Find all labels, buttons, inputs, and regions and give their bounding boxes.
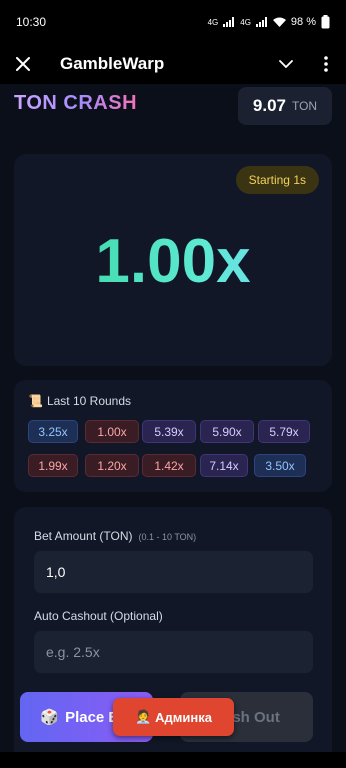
bet-amount-label: Bet Amount (TON) (0.1 - 10 TON) xyxy=(34,529,196,543)
bet-amount-input[interactable]: 1,0 xyxy=(34,551,313,593)
balance-currency: TON xyxy=(291,99,318,113)
auto-cashout-input[interactable]: e.g. 2.5x xyxy=(34,631,313,673)
status-bar: 10:30 4G 4G 98 % xyxy=(0,0,346,44)
chevron-down-icon xyxy=(279,60,293,68)
admin-button[interactable]: 🧑‍💼 Админка xyxy=(113,698,234,736)
round-chip: 7.14x xyxy=(200,454,248,477)
round-chip: 1.42x xyxy=(142,454,196,477)
auto-cashout-label: Auto Cashout (Optional) xyxy=(34,609,163,623)
signal-4g-label-2: 4G xyxy=(240,17,251,27)
crash-multiplier: 1.00x xyxy=(14,226,332,297)
more-menu-button[interactable] xyxy=(306,44,346,84)
last-rounds-label: Last 10 Rounds xyxy=(46,394,132,408)
more-vert-icon xyxy=(324,56,328,72)
bet-amount-label-text: Bet Amount (TON) xyxy=(34,529,133,543)
scroll-icon: 📜 xyxy=(28,394,43,408)
round-chip: 1.99x xyxy=(28,454,78,477)
round-chip: 3.25x xyxy=(28,420,78,443)
crash-panel: Starting 1s 1.00x xyxy=(14,154,332,366)
app-bar: GambleWarp xyxy=(0,44,346,84)
game-page: TON CRASH 9.07 TON Starting 1s 1.00x 📜 L… xyxy=(0,84,346,752)
close-icon xyxy=(16,57,30,71)
signal-icon xyxy=(223,17,235,27)
app-title: GambleWarp xyxy=(60,54,165,73)
signal-icon-2 xyxy=(255,17,267,27)
round-chip: 5.39x xyxy=(142,420,196,443)
collapse-button[interactable] xyxy=(266,44,306,84)
last-rounds-title: 📜 Last 10 Rounds xyxy=(28,394,131,408)
round-chip: 5.79x xyxy=(258,420,310,443)
admin-icon: 🧑‍💼 xyxy=(134,709,152,724)
battery-icon xyxy=(321,15,330,29)
balance-amount: 9.07 xyxy=(252,96,286,115)
dice-icon: 🎲 xyxy=(40,709,60,726)
admin-label: Админка xyxy=(155,709,213,725)
last-rounds-panel: 📜 Last 10 Rounds 3.25x 1.00x 5.39x 5.90x 5.7… xyxy=(14,380,332,492)
game-title: TON CRASH xyxy=(14,92,138,114)
wifi-icon xyxy=(272,17,286,27)
bet-amount-range: (0.1 - 10 TON) xyxy=(138,532,197,542)
close-button[interactable] xyxy=(0,44,46,84)
system-nav-bar xyxy=(0,752,346,768)
balance-display: 9.07 TON xyxy=(238,87,332,125)
round-chip: 1.00x xyxy=(85,420,139,443)
status-time: 10:30 xyxy=(16,15,47,29)
round-chip: 5.90x xyxy=(200,420,254,443)
signal-4g-label: 4G xyxy=(207,17,219,27)
round-chip: 1.20x xyxy=(85,454,139,477)
battery-level: 98 % xyxy=(290,16,316,28)
status-badge: Starting 1s xyxy=(235,166,319,194)
round-chip: 3.50x xyxy=(254,454,306,477)
status-icons: 4G 4G 98 % xyxy=(208,15,330,29)
